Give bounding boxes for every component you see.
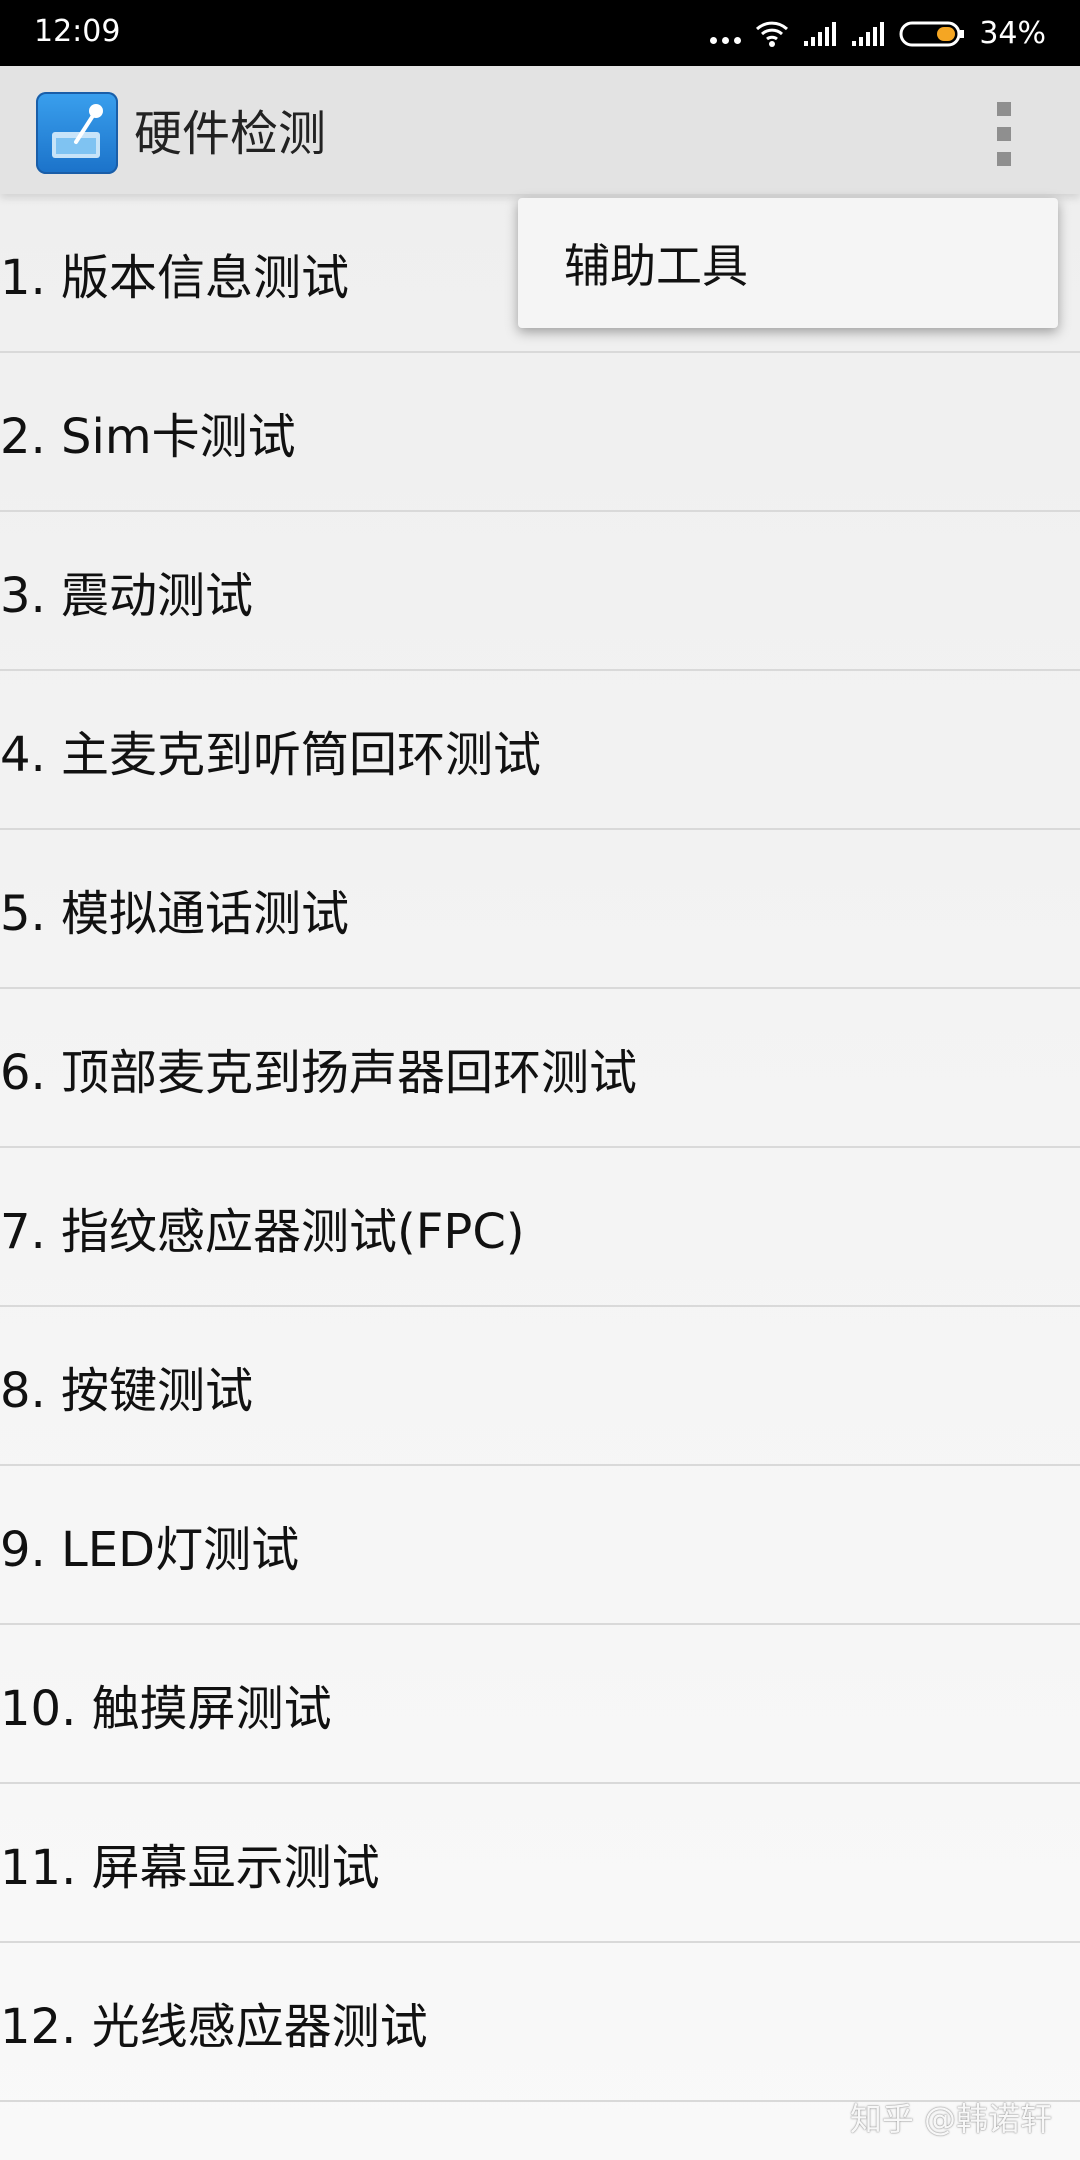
list-item-label: 12. 光线感应器测试 [0, 1998, 428, 2055]
test-list: 1. 版本信息测试 2. Sim卡测试 3. 震动测试 4. 主麦克到听筒回环测… [0, 194, 1080, 2160]
status-bar: 12:09 34% [0, 0, 1080, 66]
list-item-label: 7. 指纹感应器测试(FPC) [0, 1203, 525, 1260]
list-item[interactable]: 11. 屏幕显示测试 [0, 1784, 1080, 1943]
list-item[interactable]: 10. 触摸屏测试 [0, 1625, 1080, 1784]
battery-icon [899, 21, 965, 47]
list-item-label: 9. LED灯测试 [0, 1521, 300, 1578]
status-icons: 34% [710, 14, 1046, 54]
watermark: 知乎 @韩诺轩 [849, 2100, 1052, 2138]
list-item-label: 3. 震动测试 [0, 567, 254, 624]
list-item-label: 10. 触摸屏测试 [0, 1680, 332, 1737]
list-item[interactable]: 8. 按键测试 [0, 1307, 1080, 1466]
list-item[interactable]: 2. Sim卡测试 [0, 353, 1080, 512]
more-dots-icon [710, 24, 742, 44]
status-time: 12:09 [34, 14, 121, 49]
overflow-menu-icon[interactable] [990, 102, 1018, 166]
app-title: 硬件检测 [134, 106, 327, 162]
list-item-label: 1. 版本信息测试 [0, 249, 350, 306]
list-item-label: 5. 模拟通话测试 [0, 885, 350, 942]
list-item-label: 4. 主麦克到听筒回环测试 [0, 726, 542, 783]
signal-icon [804, 22, 837, 46]
list-item[interactable]: 7. 指纹感应器测试(FPC) [0, 1148, 1080, 1307]
list-item-label: 11. 屏幕显示测试 [0, 1839, 380, 1896]
list-item[interactable]: 3. 震动测试 [0, 512, 1080, 671]
list-item-label: 8. 按键测试 [0, 1362, 254, 1419]
list-item[interactable]: 4. 主麦克到听筒回环测试 [0, 671, 1080, 830]
wifi-icon [756, 21, 789, 47]
hardware-test-app-icon [36, 92, 118, 174]
list-item[interactable]: 6. 顶部麦克到扬声器回环测试 [0, 989, 1080, 1148]
battery-percent: 34% [979, 16, 1046, 51]
list-item[interactable]: 12. 光线感应器测试 [0, 1943, 1080, 2102]
list-item-label: 2. Sim卡测试 [0, 408, 296, 465]
list-item[interactable]: 5. 模拟通话测试 [0, 830, 1080, 989]
signal-icon [852, 22, 885, 46]
app-bar: 硬件检测 [0, 66, 1080, 194]
list-item-label: 6. 顶部麦克到扬声器回环测试 [0, 1044, 638, 1101]
overflow-popup-menu: 辅助工具 [518, 198, 1058, 328]
list-item[interactable]: 9. LED灯测试 [0, 1466, 1080, 1625]
menu-item-tools[interactable]: 辅助工具 [518, 230, 748, 296]
